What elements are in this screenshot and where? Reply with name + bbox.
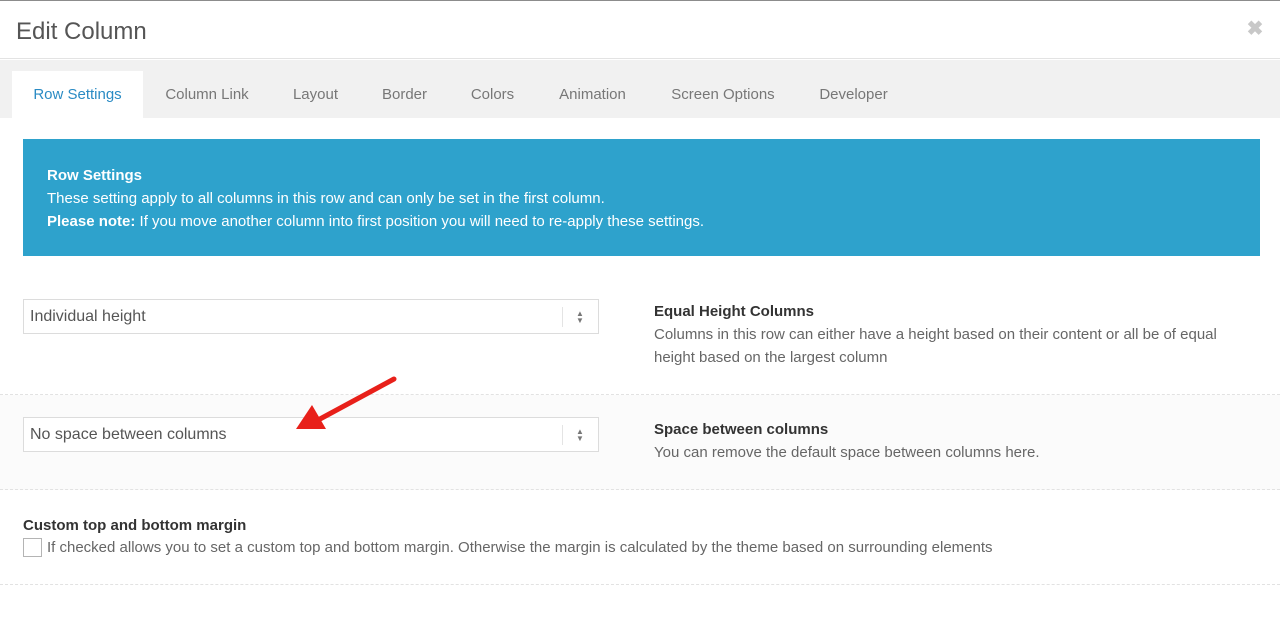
dialog-title: Edit Column (16, 18, 147, 45)
dialog-header: Edit Column ✖ (0, 2, 1280, 59)
close-icon[interactable]: ✖ (1246, 19, 1264, 39)
select-arrows-icon: ▲ ▼ (576, 427, 584, 443)
equal-height-select[interactable]: Individual height ▲ ▼ (23, 299, 599, 334)
custom-margin-checkbox[interactable] (23, 538, 42, 557)
tab-colors[interactable]: Colors (449, 71, 536, 118)
tab-column-link[interactable]: Column Link (143, 71, 271, 118)
select-arrows-icon: ▲ ▼ (576, 309, 584, 325)
info-note-text: If you move another column into first po… (135, 213, 705, 230)
margin-title: Custom top and bottom margin (23, 517, 247, 534)
spacing-row: No space between columns ▲ ▼ Space betwee… (0, 395, 1280, 490)
spacing-description: You can remove the default space between… (654, 444, 1040, 461)
tab-bar: Row Settings Column Link Layout Border C… (0, 60, 1280, 118)
equal-height-title: Equal Height Columns (654, 303, 815, 320)
select-divider (562, 307, 563, 327)
margin-row: Custom top and bottom margin If checked … (0, 490, 1280, 585)
info-note-label: Please note: (47, 213, 136, 230)
tab-row-settings[interactable]: Row Settings (12, 71, 143, 118)
select-divider (562, 425, 563, 445)
equal-height-select-value: Individual height (30, 308, 146, 325)
tab-animation[interactable]: Animation (536, 71, 649, 118)
edit-column-dialog: Edit Column ✖ Row Settings Column Link L… (0, 0, 1280, 641)
spacing-title: Space between columns (654, 421, 829, 438)
info-heading: Row Settings (47, 167, 143, 184)
equal-height-description: Columns in this row can either have a he… (654, 326, 1217, 366)
info-note: Please note: If you move another column … (47, 210, 1236, 233)
tab-border[interactable]: Border (360, 71, 449, 118)
tab-screen-options[interactable]: Screen Options (649, 71, 797, 118)
info-line: These setting apply to all columns in th… (47, 190, 605, 207)
tab-layout[interactable]: Layout (271, 71, 360, 118)
red-arrow-icon (296, 376, 397, 429)
spacing-select-value: No space between columns (30, 426, 227, 443)
equal-height-row: Individual height ▲ ▼ Equal Height Column… (0, 281, 1280, 395)
tab-developer[interactable]: Developer (797, 71, 910, 118)
margin-description: If checked allows you to set a custom to… (47, 539, 993, 556)
row-settings-info-box: Row Settings These setting apply to all … (23, 139, 1260, 256)
